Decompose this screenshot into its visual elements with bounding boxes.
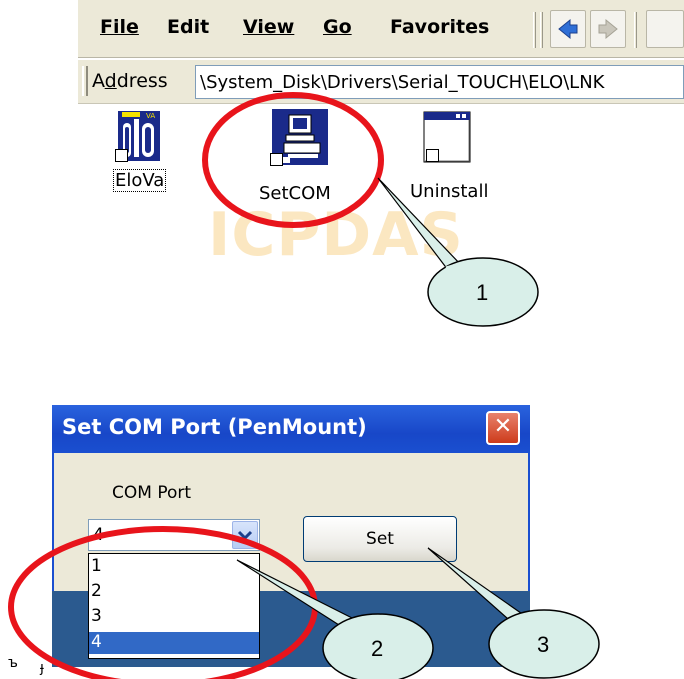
dialog-title: Set COM Port (PenMount) bbox=[62, 415, 367, 439]
back-button[interactable] bbox=[550, 10, 586, 48]
option-4[interactable]: 4 bbox=[89, 632, 259, 654]
address-bar: Address \System_Disk\Drivers\Serial_TOUC… bbox=[78, 60, 684, 104]
folder-contents: ICPDAS VA EloVa SetCOM Uninstall bbox=[78, 105, 684, 325]
option-1[interactable]: 1 bbox=[89, 556, 259, 578]
toolbar-button-partial[interactable] bbox=[646, 10, 684, 48]
setcom-shortcut[interactable] bbox=[270, 109, 328, 166]
shortcut-arrow-icon bbox=[115, 149, 128, 162]
menu-edit[interactable]: Edit bbox=[167, 16, 209, 38]
uninstall-shortcut[interactable] bbox=[423, 111, 471, 163]
toolbar-separator bbox=[533, 12, 536, 48]
menu-view[interactable]: View bbox=[243, 16, 294, 38]
callout-3-number: 3 bbox=[537, 632, 549, 657]
menu-favorites[interactable]: Favorites bbox=[390, 16, 489, 38]
com-port-select[interactable]: 4 bbox=[88, 519, 260, 551]
option-3[interactable]: 3 bbox=[89, 606, 259, 628]
back-arrow-icon bbox=[558, 18, 578, 40]
address-label: Address bbox=[92, 70, 168, 92]
uninstall-label[interactable]: Uninstall bbox=[410, 181, 488, 202]
watermark: ICPDAS bbox=[208, 200, 464, 270]
elova-shortcut[interactable]: VA bbox=[115, 111, 160, 162]
forward-button[interactable] bbox=[590, 10, 626, 48]
set-com-port-dialog: Set COM Port (PenMount) ✕ COM Port 4 1 2… bbox=[52, 405, 530, 667]
dropdown-button[interactable] bbox=[232, 521, 258, 549]
toolbar-separator bbox=[634, 12, 637, 48]
com-port-options: 1 2 3 4 bbox=[88, 553, 260, 659]
shortcut-arrow-icon bbox=[426, 149, 439, 162]
close-button[interactable]: ✕ bbox=[486, 411, 520, 445]
stray-mark: ъ bbox=[8, 655, 18, 671]
address-field[interactable]: \System_Disk\Drivers\Serial_TOUCH\ELO\LN… bbox=[195, 65, 684, 99]
com-port-value: 4 bbox=[93, 525, 104, 545]
com-port-label: COM Port bbox=[112, 483, 192, 503]
svg-text:VA: VA bbox=[146, 112, 155, 120]
menu-file[interactable]: File bbox=[100, 16, 139, 38]
menu-go[interactable]: Go bbox=[323, 16, 352, 38]
address-bar-grip[interactable] bbox=[82, 66, 88, 96]
chevron-down-icon bbox=[237, 530, 253, 541]
option-2[interactable]: 2 bbox=[89, 581, 259, 603]
set-button[interactable]: Set bbox=[303, 516, 457, 562]
shortcut-arrow-icon bbox=[270, 153, 283, 166]
setcom-label[interactable]: SetCOM bbox=[259, 183, 331, 204]
menu-bar: File Edit View Go Favorites bbox=[78, 0, 684, 58]
elova-label[interactable]: EloVa bbox=[113, 169, 167, 192]
stray-mark: ɟ bbox=[40, 660, 44, 676]
dialog-titlebar[interactable]: Set COM Port (PenMount) ✕ bbox=[52, 405, 530, 453]
toolbar-separator bbox=[540, 12, 543, 48]
file-explorer-window: File Edit View Go Favorites Address \Sys… bbox=[78, 0, 684, 325]
forward-arrow-icon bbox=[598, 18, 618, 40]
close-icon: ✕ bbox=[493, 414, 513, 439]
